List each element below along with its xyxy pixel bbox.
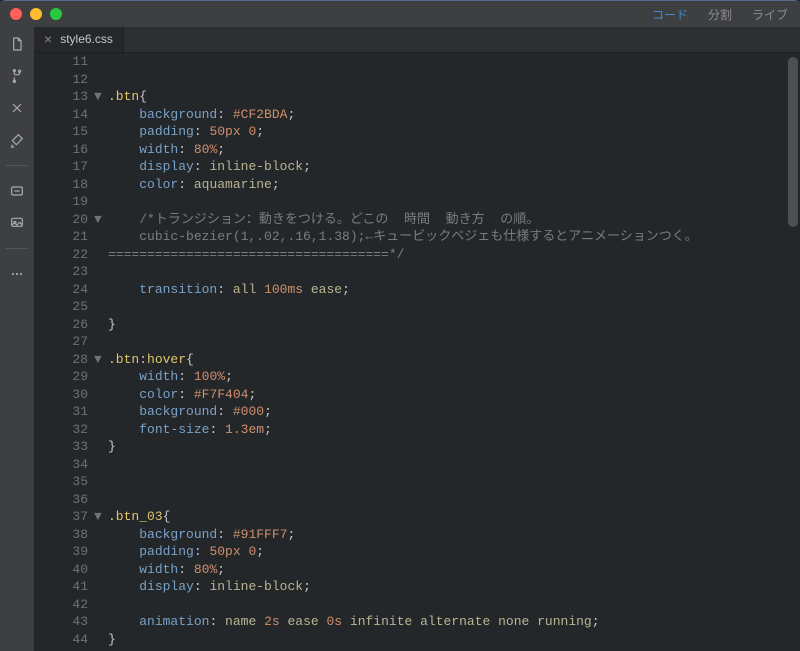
fold-gutter: ▼ ▼ ▼ ▼ ▼ ▼: [94, 53, 108, 651]
view-mode-live[interactable]: ライブ: [752, 6, 788, 23]
preview-icon[interactable]: [8, 214, 26, 232]
file-tab-label: style6.css: [60, 32, 113, 46]
activity-separator: [6, 165, 28, 166]
window-controls: [10, 8, 62, 20]
view-mode-code[interactable]: コード: [652, 6, 688, 23]
code-content[interactable]: .btn{ background: #CF2BDA; padding: 50px…: [108, 53, 800, 651]
file-tab[interactable]: × style6.css: [34, 26, 124, 52]
zoom-window-button[interactable]: [50, 8, 62, 20]
minimize-window-button[interactable]: [30, 8, 42, 20]
branch-icon[interactable]: [8, 67, 26, 85]
editor-window: コード 分割 ライブ: [0, 0, 800, 651]
vertical-scrollbar[interactable]: [788, 57, 798, 647]
extension-icon[interactable]: [8, 182, 26, 200]
tab-strip: × style6.css: [34, 27, 800, 53]
view-mode-switcher: コード 分割 ライブ: [652, 1, 788, 27]
scrollbar-thumb[interactable]: [788, 57, 798, 227]
editor-main: × style6.css 11 12 13 14 15 16 17 18 19 …: [34, 27, 800, 651]
line-number-gutter: 11 12 13 14 15 16 17 18 19 20 21 22 23 2…: [34, 53, 94, 651]
merge-icon[interactable]: [8, 99, 26, 117]
code-editor[interactable]: 11 12 13 14 15 16 17 18 19 20 21 22 23 2…: [34, 53, 800, 651]
activity-separator: [6, 248, 28, 249]
files-icon[interactable]: [8, 35, 26, 53]
more-icon[interactable]: [8, 265, 26, 283]
titlebar: コード 分割 ライブ: [0, 1, 800, 27]
close-tab-icon[interactable]: ×: [44, 32, 52, 46]
view-mode-split[interactable]: 分割: [708, 6, 732, 23]
activity-bar: [0, 27, 34, 651]
close-window-button[interactable]: [10, 8, 22, 20]
paint-icon[interactable]: [8, 131, 26, 149]
window-body: × style6.css 11 12 13 14 15 16 17 18 19 …: [0, 27, 800, 651]
